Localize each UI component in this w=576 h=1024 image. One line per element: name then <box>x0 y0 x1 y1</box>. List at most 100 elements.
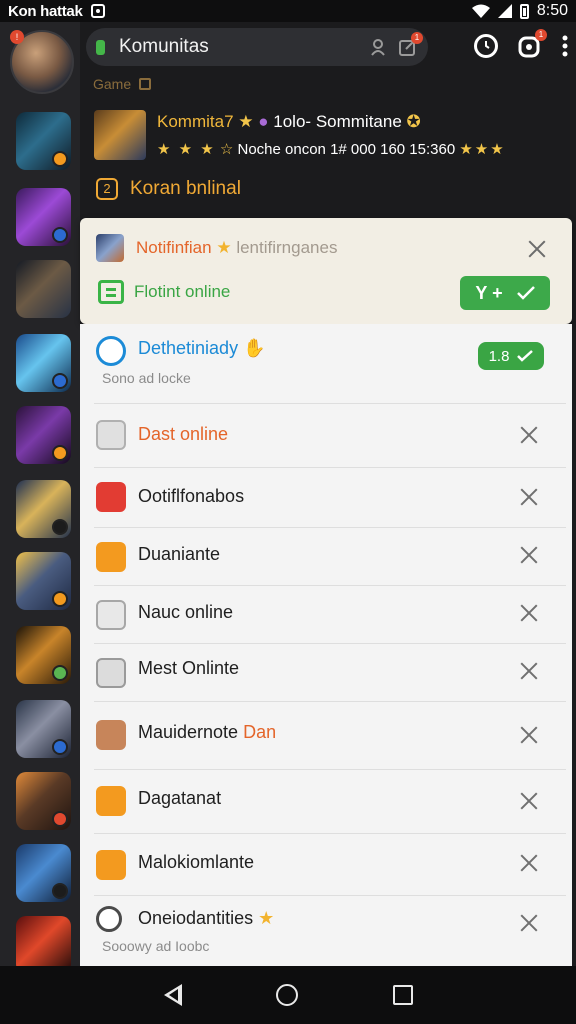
list-item-label: Dast online <box>138 424 229 444</box>
featured-detail: Noche oncon <box>237 141 326 158</box>
clock-icon[interactable] <box>474 34 498 58</box>
share-icon[interactable]: 1 <box>518 29 547 58</box>
featured-stars-2: ★★★ <box>459 141 506 158</box>
list-item-label: Dagatanat <box>138 788 222 808</box>
list-item[interactable]: Nauc online <box>94 586 566 644</box>
list-item[interactable]: Malokiomlante <box>94 834 566 896</box>
app-icon <box>96 234 124 262</box>
accept-button[interactable]: Y + <box>460 276 550 310</box>
online-header-label: Koran bnlinal <box>130 178 241 199</box>
remove-button[interactable] <box>518 544 540 566</box>
list-item[interactable]: Mauidernote Dan <box>94 702 566 770</box>
game-sidebar: ! <box>0 22 80 974</box>
list-item[interactable]: Ootiflfonabos <box>94 468 566 528</box>
game-badge-icon <box>52 739 68 755</box>
game-tile[interactable] <box>16 188 71 246</box>
badge-icon: ✪ <box>406 112 421 131</box>
check-icon <box>517 350 534 362</box>
section-label: Game <box>93 76 152 92</box>
list-item[interactable]: Dethetiniady ✋ Sono ad locke 1.8 <box>94 324 566 404</box>
game-tile[interactable] <box>16 772 71 830</box>
list-item-sub: Sono ad locke <box>102 370 191 386</box>
game-tile[interactable] <box>16 626 71 684</box>
game-badge-icon <box>52 151 68 167</box>
game-tile[interactable] <box>16 260 71 318</box>
list-item-label: Duaniante <box>138 544 221 564</box>
star-icon: ★ <box>238 112 254 131</box>
notification-card[interactable]: Notifinfian ★ lentifirnganes Flotint onl… <box>80 218 572 324</box>
status-time: 8:50 <box>536 2 568 19</box>
list-item-label: Nauc online <box>138 602 234 622</box>
game-badge-icon <box>52 811 68 827</box>
remove-button[interactable] <box>518 602 540 624</box>
list-item-icon <box>96 336 126 366</box>
remove-button[interactable] <box>518 790 540 812</box>
remove-button[interactable] <box>518 660 540 682</box>
list-item-icon <box>96 600 126 630</box>
dismiss-notification-button[interactable] <box>526 238 548 260</box>
status-title: Kon hattak <box>8 2 83 20</box>
edit-icon[interactable]: 1 <box>398 32 423 57</box>
half-star-icon: ☆ <box>219 141 234 158</box>
edit-badge: 1 <box>411 32 423 44</box>
game-tile[interactable] <box>16 700 71 758</box>
game-tile[interactable] <box>16 552 71 610</box>
list-item[interactable]: Dast online <box>94 404 566 468</box>
featured-game[interactable]: Kommita7 ★ ● 1olo- Sommitane ✪ ★ ★ ★ ☆ N… <box>94 110 564 164</box>
list-item-icon <box>96 850 126 880</box>
community-search-pill[interactable]: Komunitas 1 <box>86 28 428 66</box>
list-item-label: Ootiflfonabos <box>138 486 245 506</box>
recents-icon[interactable] <box>393 985 413 1005</box>
list-item-icon <box>96 542 126 572</box>
list-item-icon <box>96 658 126 688</box>
game-tile[interactable] <box>16 334 71 392</box>
notification-title-row: Notifinfian ★ lentifirnganes <box>96 234 337 262</box>
game-tile[interactable] <box>16 406 71 464</box>
top-bar: Komunitas 1 1 <box>80 22 576 72</box>
list-item-label: Dethetiniady ✋ <box>138 338 266 358</box>
featured-detail-line: ★ ★ ★ ☆ Noche oncon 1# 000 160 15:360 ★★… <box>157 140 506 158</box>
gamepad-icon <box>98 280 124 304</box>
notification-subtitle-row: Flotint online <box>98 280 230 304</box>
list-item[interactable]: Oneiodantities ★ Sooowy ad Ioobc <box>94 896 566 966</box>
remove-button[interactable] <box>518 852 540 874</box>
friends-list: Dethetiniady ✋ Sono ad locke 1.8 Dast on… <box>80 324 572 966</box>
more-vertical-icon[interactable] <box>562 35 568 57</box>
star-icon: ★ <box>216 238 232 257</box>
remove-button[interactable] <box>518 912 540 934</box>
featured-title-line: Kommita7 ★ ● 1olo- Sommitane ✪ <box>157 112 421 132</box>
list-item[interactable]: Mest Onlinte <box>94 644 566 702</box>
game-badge-icon <box>52 665 68 681</box>
list-item-icon <box>96 906 122 932</box>
featured-title-tail: Sommitane <box>315 112 402 131</box>
game-tile[interactable] <box>16 844 71 902</box>
gem-icon: ● <box>258 112 269 131</box>
remove-button[interactable] <box>518 486 540 508</box>
notification-subtitle: Flotint online <box>134 282 231 301</box>
list-item-icon <box>96 482 126 512</box>
game-tile[interactable] <box>16 112 71 170</box>
section-label-text: Game <box>93 76 132 92</box>
remove-button[interactable] <box>518 724 540 746</box>
section-box-icon <box>139 78 152 90</box>
signal-icon <box>497 4 512 18</box>
online-count-badge: 2 <box>96 178 118 200</box>
list-item-label: Mest Onlinte <box>138 658 240 678</box>
remove-button[interactable] <box>518 424 540 446</box>
list-item[interactable]: Dagatanat <box>94 770 566 834</box>
list-item[interactable]: Duaniante <box>94 528 566 586</box>
game-tile[interactable] <box>16 480 71 538</box>
list-item-icon <box>96 720 126 750</box>
list-item-sub: Sooowy ad Ioobc <box>102 938 210 954</box>
friends-icon[interactable] <box>370 37 390 57</box>
game-badge-icon <box>52 591 68 607</box>
check-icon <box>516 286 535 300</box>
back-icon[interactable] <box>164 984 182 1006</box>
list-item-label: Oneiodantities ★ <box>138 908 275 928</box>
home-icon[interactable] <box>276 984 298 1006</box>
online-count-pill[interactable]: 1.8 <box>478 342 544 370</box>
avatar[interactable]: ! <box>10 30 74 94</box>
hand-icon: ✋ <box>243 338 266 358</box>
featured-numbers: 1# 000 160 15:360 <box>330 141 456 158</box>
list-item-label: Mauidernote Dan <box>138 722 277 742</box>
